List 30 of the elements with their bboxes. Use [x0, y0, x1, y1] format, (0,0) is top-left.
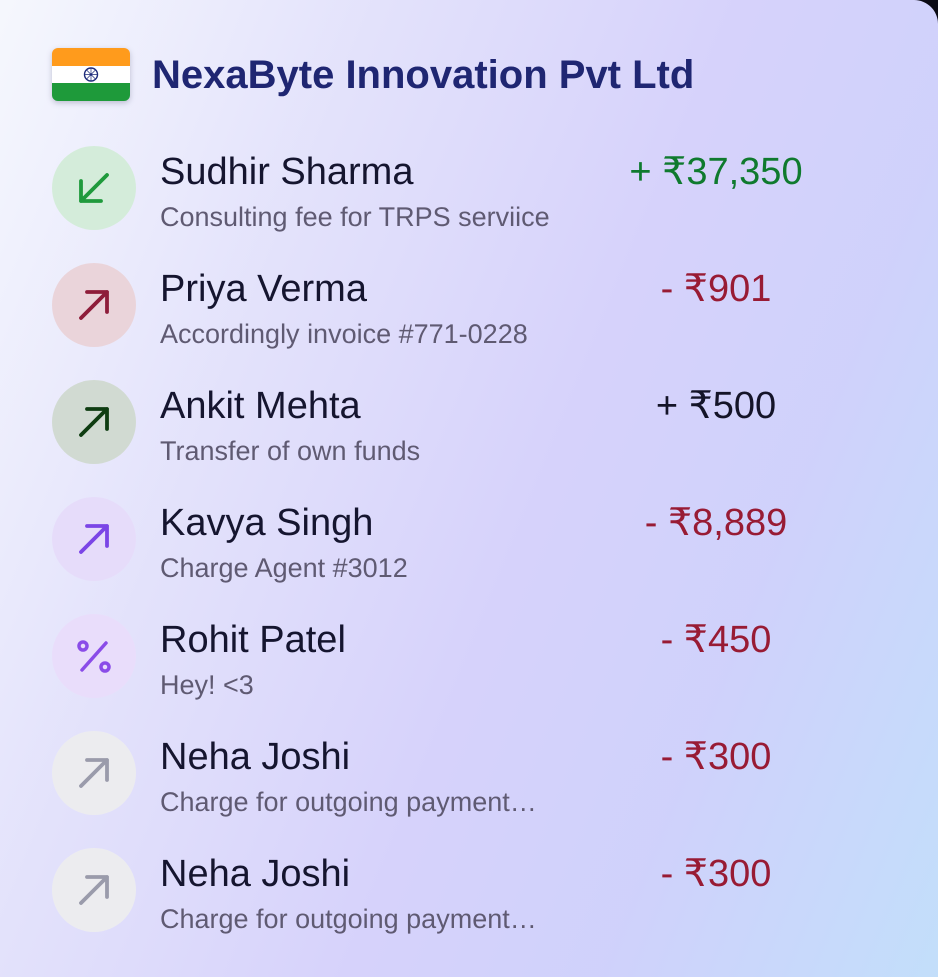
arrow-up-right-icon [52, 731, 136, 815]
payee-name: Kavya Singh [160, 502, 374, 542]
payee-name: Priya Verma [160, 268, 368, 308]
company-name: NexaByte Innovation Pvt Ltd [152, 52, 694, 98]
arrow-up-right-icon [52, 380, 136, 464]
percent-icon [52, 614, 136, 698]
transaction-amount: - ₹300 [660, 854, 772, 894]
transaction-description: Transfer of own funds [160, 434, 420, 466]
transaction-description: Accordingly invoice #771-0228 [160, 318, 528, 350]
arrow-down-left-icon [52, 146, 136, 230]
transaction-description: Hey! <3 [160, 668, 254, 700]
transaction-amount: + ₹500 [656, 386, 776, 426]
transaction-amount: - ₹300 [660, 736, 772, 776]
flag-icon [52, 48, 130, 101]
transaction-description: Consulting fee for TRPS serviice [160, 200, 550, 232]
arrow-up-right-icon [52, 497, 136, 581]
arrow-up-right-icon [52, 263, 136, 347]
transaction-amount: + ₹37,350 [629, 152, 803, 192]
payee-name: Neha Joshi [160, 854, 352, 894]
payee-name: Ankit Mehta [160, 386, 362, 426]
transaction-amount: - ₹8,889 [644, 502, 788, 542]
payee-name: Rohit Patel [160, 620, 347, 660]
payee-name: Sudhir Sharma [160, 152, 414, 192]
transaction-description: Charge for outgoing payment… [160, 786, 537, 818]
transaction-description: Charge for outgoing payment… [160, 902, 537, 934]
transaction-amount: - ₹901 [660, 268, 772, 308]
transaction-amount: - ₹450 [660, 620, 772, 660]
payee-name: Neha Joshi [160, 736, 352, 776]
arrow-up-right-icon [52, 848, 136, 932]
transaction-description: Charge Agent #3012 [160, 552, 408, 584]
